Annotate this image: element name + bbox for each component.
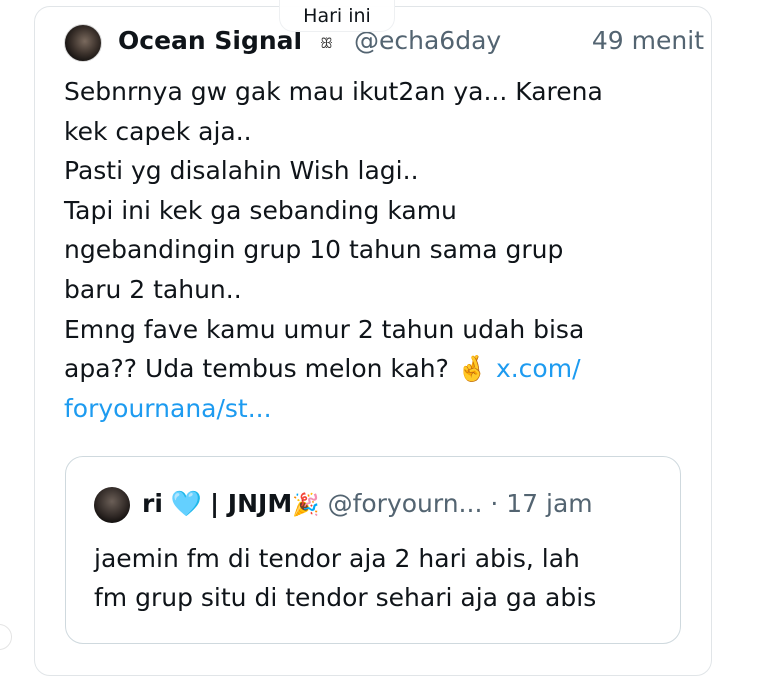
tweet-line: foryournana/st... <box>64 389 694 429</box>
quoted-tweet-header: ri 🩵 | JNJM🎉 @foryourn... · 17 jam <box>142 489 593 519</box>
tweet-line: ngebandingin grup 10 tahun sama grup <box>64 235 564 265</box>
separator-dot: · <box>490 489 499 518</box>
author-badge-icon: ꕥ <box>320 36 333 52</box>
quoted-author-group[interactable]: | JNJM <box>210 489 292 518</box>
party-popper-icon: 🎉 <box>292 493 320 518</box>
quoted-tweet-text: jaemin fm di tendor aja 2 hari abis, lah… <box>94 539 674 617</box>
tweet-link[interactable]: x.com/ <box>496 354 581 383</box>
date-separator-pill: Hari ini <box>279 0 395 32</box>
tweet-link-continued[interactable]: foryournana/st... <box>64 394 272 423</box>
quoted-post-time[interactable]: 17 jam <box>506 489 592 518</box>
tweet-text: Sebnrnya gw gak mau ikut2an ya... Karena… <box>64 72 694 428</box>
post-time[interactable]: 49 menit <box>592 26 704 55</box>
tweet-line: Pasti yg disalahin Wish lagi.. <box>64 156 419 186</box>
crossed-fingers-icon: 🤞 <box>456 354 488 384</box>
blue-heart-icon: 🩵 <box>170 489 202 518</box>
quoted-tweet-line: jaemin fm di tendor aja 2 hari abis, lah <box>94 544 580 573</box>
quoted-tweet-card[interactable]: ri 🩵 | JNJM🎉 @foryourn... · 17 jam jaemi… <box>65 456 681 644</box>
tweet-line: Emng fave kamu umur 2 tahun udah bisa <box>64 314 585 344</box>
tweet-line: baru 2 tahun.. <box>64 274 242 304</box>
edge-decoration <box>0 624 12 650</box>
author-avatar[interactable] <box>64 24 102 62</box>
tweet-line: apa?? Uda tembus melon kah? 🤞 x.com/ <box>64 349 694 389</box>
tweet-line: Sebnrnya gw gak mau ikut2an ya... Karena <box>64 77 603 106</box>
tweet-line: kek capek aja.. <box>64 116 252 146</box>
tweet-line: Tapi ini kek ga sebanding kamu <box>64 195 457 225</box>
quoted-tweet-line: fm grup situ di tendor sehari aja ga abi… <box>94 583 597 612</box>
quoted-author-name[interactable]: ri <box>142 489 163 518</box>
author-name[interactable]: Ocean Signal <box>118 26 302 55</box>
tweet-line-text: apa?? Uda tembus melon kah? <box>64 354 449 384</box>
quoted-author-avatar[interactable] <box>94 487 130 523</box>
quoted-author-handle[interactable]: @foryourn... <box>328 489 483 518</box>
